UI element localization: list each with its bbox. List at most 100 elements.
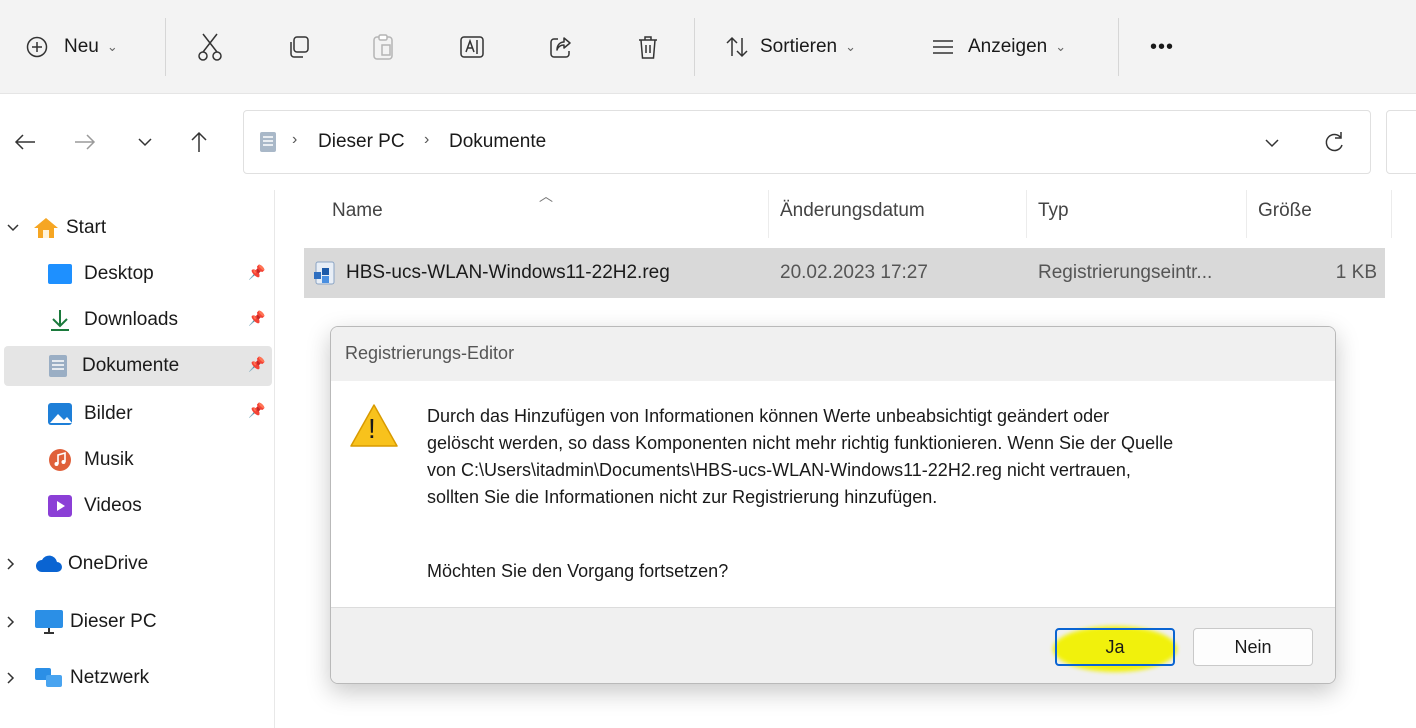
file-name: HBS-ucs-WLAN-Windows11-22H2.reg (346, 262, 670, 283)
column-divider[interactable] (1246, 190, 1247, 238)
sidebar-item-label: Desktop (84, 263, 154, 284)
message-line: Durch das Hinzufügen von Informationen k… (427, 406, 1110, 426)
sidebar-item-pictures[interactable]: Bilder (48, 394, 133, 434)
sidebar-item-music[interactable]: Musik (48, 440, 134, 480)
breadcrumb-this-pc[interactable]: Dieser PC (318, 131, 405, 153)
network-icon (35, 668, 62, 687)
sidebar-item-label: Downloads (84, 309, 178, 330)
share-button[interactable] (544, 24, 578, 70)
message-line: von C:\Users\itadmin\Documents\HBS-ucs-W… (427, 460, 1131, 480)
chevron-right-icon (7, 616, 15, 628)
more-options-button[interactable]: ••• (1150, 24, 1174, 70)
cut-button[interactable] (193, 24, 227, 70)
sidebar-item-label: Videos (84, 495, 142, 516)
sidebar-item-onedrive[interactable]: OneDrive (6, 544, 148, 584)
search-input[interactable] (1386, 110, 1416, 174)
table-row[interactable]: HBS-ucs-WLAN-Windows11-22H2.reg 20.02.20… (304, 248, 1385, 298)
pin-icon: 📌 (248, 356, 266, 372)
column-header-date[interactable]: Änderungsdatum (780, 200, 925, 222)
breadcrumb-separator-icon: › (292, 131, 298, 148)
registry-editor-dialog: Registrierungs-Editor ! Durch das Hinzuf… (330, 326, 1336, 684)
view-button[interactable]: Anzeigen ⌄ (926, 24, 1066, 70)
music-icon (49, 449, 71, 471)
file-size: 1 KB (1335, 262, 1377, 283)
column-header-size[interactable]: Größe (1258, 200, 1312, 222)
column-header-name[interactable]: Name (332, 200, 383, 222)
chevron-down-icon (138, 138, 152, 147)
refresh-icon[interactable] (1323, 130, 1345, 154)
new-label: Neu (64, 36, 99, 57)
dialog-title: Registrierungs-Editor (345, 343, 515, 363)
chevron-right-icon (7, 558, 15, 570)
column-header-type[interactable]: Typ (1038, 200, 1069, 222)
arrow-up-icon (191, 131, 207, 152)
back-button[interactable] (10, 120, 40, 164)
arrow-left-icon (14, 134, 35, 150)
pin-icon: 📌 (248, 310, 266, 326)
sidebar-item-label: Dokumente (82, 355, 180, 376)
message-line: gelöscht werden, so dass Komponenten nic… (427, 433, 1174, 453)
clipboard-icon (366, 30, 400, 64)
warning-icon: ! (349, 403, 399, 449)
dialog-question: Möchten Sie den Vorgang fortsetzen? (427, 561, 729, 581)
paste-button[interactable] (366, 24, 400, 70)
breadcrumb-documents[interactable]: Dokumente (449, 131, 546, 153)
address-bar[interactable]: › Dieser PC › Dokumente (243, 110, 1371, 174)
rename-button[interactable] (455, 24, 489, 70)
rename-icon (455, 30, 489, 64)
chevron-down-icon[interactable] (1264, 138, 1280, 148)
sidebar-item-label: Start (66, 217, 107, 238)
sidebar-item-label: OneDrive (68, 553, 149, 574)
breadcrumb-separator-icon: › (424, 131, 430, 148)
list-view-icon (926, 30, 960, 64)
delete-button[interactable] (631, 24, 665, 70)
column-divider[interactable] (768, 190, 769, 238)
sidebar-item-documents[interactable]: Dokumente (4, 346, 272, 386)
yes-button[interactable]: Ja (1055, 628, 1175, 666)
dialog-title-bar: Registrierungs-Editor (331, 327, 1335, 381)
pin-icon: 📌 (248, 264, 266, 280)
new-button[interactable]: Neu ⌄ (20, 24, 118, 70)
copy-button[interactable] (282, 24, 316, 70)
command-bar: Neu ⌄ Sortieren ⌄ Anzeigen ⌄ ••• (0, 0, 1416, 94)
scissors-icon (193, 30, 227, 64)
chevron-down-icon: ⌄ (845, 39, 857, 54)
chevron-down-icon: ⌄ (1055, 39, 1067, 54)
pin-icon: 📌 (248, 402, 266, 418)
trash-icon (631, 30, 665, 64)
sidebar-item-label: Dieser PC (70, 611, 157, 632)
sidebar-item-this-pc[interactable]: Dieser PC (6, 602, 157, 642)
navigation-pane: Start Desktop 📌 Downloads 📌 Dokumente 📌 … (0, 190, 275, 728)
sort-ascending-icon: ︿ (539, 188, 553, 204)
forward-button[interactable] (70, 120, 100, 164)
sidebar-item-label: Bilder (84, 403, 133, 424)
sidebar-item-downloads[interactable]: Downloads (48, 300, 178, 340)
home-icon (34, 218, 58, 238)
up-button[interactable] (184, 120, 214, 164)
registry-file-icon (314, 261, 335, 285)
chevron-down-icon: ⌄ (106, 39, 118, 54)
desktop-icon (48, 264, 72, 284)
sidebar-item-start[interactable]: Start (6, 208, 106, 248)
file-explorer-window: Neu ⌄ Sortieren ⌄ Anzeigen ⌄ ••• › Diese… (0, 0, 1416, 728)
cloud-icon (36, 555, 62, 572)
sidebar-item-network[interactable]: Netzwerk (6, 658, 149, 698)
arrow-right-icon (75, 134, 96, 150)
toolbar-divider (1118, 18, 1119, 76)
document-icon (49, 355, 67, 377)
sidebar-item-label: Netzwerk (70, 667, 150, 688)
sidebar-item-desktop[interactable]: Desktop (48, 254, 154, 294)
sort-button[interactable]: Sortieren ⌄ (720, 24, 856, 70)
column-divider[interactable] (1391, 190, 1392, 238)
column-divider[interactable] (1026, 190, 1027, 238)
download-arrow-icon (51, 310, 69, 331)
monitor-icon (35, 610, 63, 634)
sidebar-item-videos[interactable]: Videos (48, 486, 142, 526)
pictures-icon (48, 403, 72, 425)
chevron-right-icon (7, 672, 15, 684)
toolbar-divider (694, 18, 695, 76)
view-label: Anzeigen (968, 36, 1048, 57)
no-button[interactable]: Nein (1193, 628, 1313, 666)
recent-locations-button[interactable] (130, 120, 160, 164)
sidebar-item-label: Musik (84, 449, 134, 470)
